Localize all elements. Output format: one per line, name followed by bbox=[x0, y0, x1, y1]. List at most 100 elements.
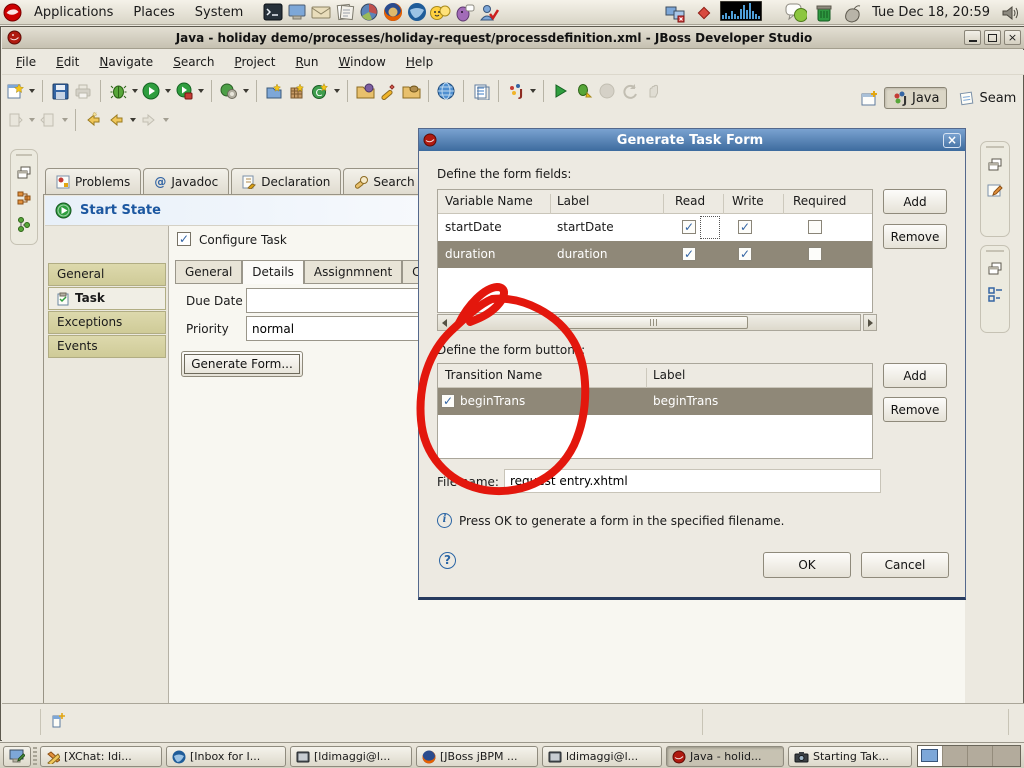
structure-view-icon[interactable] bbox=[985, 284, 1005, 304]
configure-task-checkbox[interactable]: ✓ bbox=[177, 232, 191, 246]
save-icon[interactable] bbox=[50, 81, 70, 101]
debug-icon[interactable] bbox=[108, 81, 128, 101]
read-checkbox[interactable]: ✓ bbox=[682, 220, 696, 234]
menu-project[interactable]: Project bbox=[224, 51, 285, 73]
tab-details[interactable]: Details bbox=[242, 260, 304, 284]
menu-help[interactable]: Help bbox=[396, 51, 443, 73]
menu-navigate[interactable]: Navigate bbox=[89, 51, 163, 73]
dialog-close-icon[interactable]: × bbox=[943, 132, 961, 148]
new-class-dropdown-icon[interactable] bbox=[334, 89, 340, 93]
back-dropdown-icon[interactable] bbox=[130, 118, 136, 122]
table-row-startdate[interactable]: startDate startDate ✓ ✓ bbox=[438, 214, 872, 241]
resume-icon[interactable] bbox=[551, 81, 571, 101]
clock[interactable]: Tue Dec 18, 20:59 bbox=[868, 5, 994, 20]
user-check-launcher-icon[interactable] bbox=[478, 1, 500, 23]
open-resource-icon[interactable] bbox=[355, 81, 375, 101]
mail-launcher-icon[interactable] bbox=[310, 1, 332, 23]
workspace-switcher[interactable] bbox=[917, 745, 1021, 767]
alert-diamond-icon[interactable] bbox=[693, 2, 715, 24]
new-class-icon[interactable]: C bbox=[310, 81, 330, 101]
new-java-project-icon[interactable] bbox=[264, 81, 284, 101]
tab-problems[interactable]: Problems bbox=[45, 168, 142, 194]
run-last-dropdown-icon[interactable] bbox=[243, 89, 249, 93]
scroll-right-button[interactable] bbox=[863, 314, 877, 331]
web-browser-icon[interactable] bbox=[436, 81, 456, 101]
fields-remove-button[interactable]: Remove bbox=[883, 224, 947, 249]
system-monitor-applet[interactable] bbox=[719, 0, 763, 24]
scroll-left-icon[interactable] bbox=[442, 319, 447, 327]
workspace-3[interactable] bbox=[968, 746, 993, 766]
write-checkbox[interactable]: ✓ bbox=[738, 220, 752, 234]
volume-icon[interactable] bbox=[999, 2, 1021, 24]
restore-view-icon[interactable] bbox=[985, 258, 1005, 278]
ide-titlebar[interactable]: Java - holiday demo/processes/holiday-re… bbox=[2, 27, 1024, 49]
junit-run-icon[interactable]: J bbox=[506, 81, 526, 101]
new-wizard-icon[interactable] bbox=[5, 81, 25, 101]
menu-search[interactable]: Search bbox=[163, 51, 224, 73]
terminal-launcher-icon[interactable] bbox=[262, 1, 284, 23]
menu-run[interactable]: Run bbox=[285, 51, 328, 73]
tab-general[interactable]: General bbox=[175, 260, 243, 284]
task-screenshot[interactable]: Starting Tak... bbox=[788, 746, 912, 767]
required-checkbox[interactable] bbox=[808, 220, 822, 234]
form-fields-table[interactable]: Variable Name Label Read Write Required … bbox=[437, 189, 873, 313]
task-xchat[interactable]: [XChat: Idi... bbox=[40, 746, 162, 767]
redhat-menu-icon[interactable] bbox=[1, 1, 23, 23]
junit-dropdown-icon[interactable] bbox=[530, 89, 536, 93]
workspace-2[interactable] bbox=[943, 746, 968, 766]
new-package-icon[interactable] bbox=[287, 81, 307, 101]
taskbar-handle[interactable] bbox=[33, 747, 37, 766]
menu-system[interactable]: System bbox=[185, 0, 253, 25]
buttons-add-button[interactable]: Add bbox=[883, 363, 947, 388]
editor-view-icon[interactable] bbox=[985, 180, 1005, 200]
tab-declaration[interactable]: Declaration bbox=[231, 168, 342, 194]
trim-handle[interactable] bbox=[16, 153, 32, 156]
scrollbar-thumb[interactable] bbox=[558, 316, 748, 329]
last-edit-location-icon[interactable] bbox=[83, 110, 103, 130]
cancel-button[interactable]: Cancel bbox=[861, 552, 949, 578]
maximize-button[interactable] bbox=[984, 30, 1001, 45]
task-terminal-2[interactable]: ldimaggi@l... bbox=[542, 746, 662, 767]
open-folder-icon[interactable] bbox=[401, 81, 421, 101]
show-desktop-button[interactable] bbox=[3, 746, 31, 767]
network-status-icon[interactable] bbox=[665, 2, 687, 24]
sidebar-item-task[interactable]: Task bbox=[48, 287, 166, 310]
screenshot-launcher-icon[interactable] bbox=[286, 1, 308, 23]
tab-assignment[interactable]: Assignmnent bbox=[303, 260, 403, 284]
external-tools-icon[interactable] bbox=[174, 81, 194, 101]
menu-file[interactable]: File bbox=[6, 51, 46, 73]
tree-view-icon[interactable] bbox=[14, 214, 34, 234]
trim-handle[interactable] bbox=[986, 249, 1004, 252]
new-dropdown-icon[interactable] bbox=[29, 89, 35, 93]
firefox-launcher-icon[interactable] bbox=[382, 1, 404, 23]
pie-chart-launcher-icon[interactable] bbox=[358, 1, 380, 23]
menu-window[interactable]: Window bbox=[329, 51, 396, 73]
write-checkbox[interactable]: ✓ bbox=[738, 247, 752, 261]
gaim-launcher-icon[interactable] bbox=[430, 1, 452, 23]
workspace-4[interactable] bbox=[993, 746, 1018, 766]
debug-dropdown-icon[interactable] bbox=[132, 89, 138, 93]
table-row-begintrans[interactable]: ✓ beginTrans beginTrans bbox=[438, 388, 872, 415]
menu-edit[interactable]: Edit bbox=[46, 51, 89, 73]
close-button[interactable]: × bbox=[1004, 30, 1021, 45]
restore-view-icon[interactable] bbox=[14, 162, 34, 182]
new-wizard-bug-icon[interactable] bbox=[574, 81, 594, 101]
outline-view-icon[interactable] bbox=[14, 188, 34, 208]
tab-search[interactable]: Search bbox=[343, 168, 426, 194]
table-row-duration[interactable]: duration duration ✓ ✓ bbox=[438, 241, 872, 268]
task-firefox[interactable]: [JBoss jBPM ... bbox=[416, 746, 538, 767]
mark-occurrences-icon[interactable] bbox=[378, 81, 398, 101]
menu-applications[interactable]: Applications bbox=[24, 0, 123, 25]
external-tools-dropdown-icon[interactable] bbox=[198, 89, 204, 93]
fields-add-button[interactable]: Add bbox=[883, 189, 947, 214]
buttons-remove-button[interactable]: Remove bbox=[883, 397, 947, 422]
sidebar-item-events[interactable]: Events bbox=[48, 335, 166, 358]
task-inbox[interactable]: [Inbox for I... bbox=[166, 746, 286, 767]
transition-checkbox[interactable]: ✓ bbox=[441, 394, 455, 408]
chat-notification-icon[interactable] bbox=[785, 2, 808, 24]
ok-button[interactable]: OK bbox=[763, 552, 851, 578]
perspective-java-button[interactable]: J Java bbox=[884, 87, 948, 109]
thunderbird-launcher-icon[interactable] bbox=[406, 1, 428, 23]
run-dropdown-icon[interactable] bbox=[165, 89, 171, 93]
open-perspective-icon[interactable] bbox=[859, 88, 879, 108]
